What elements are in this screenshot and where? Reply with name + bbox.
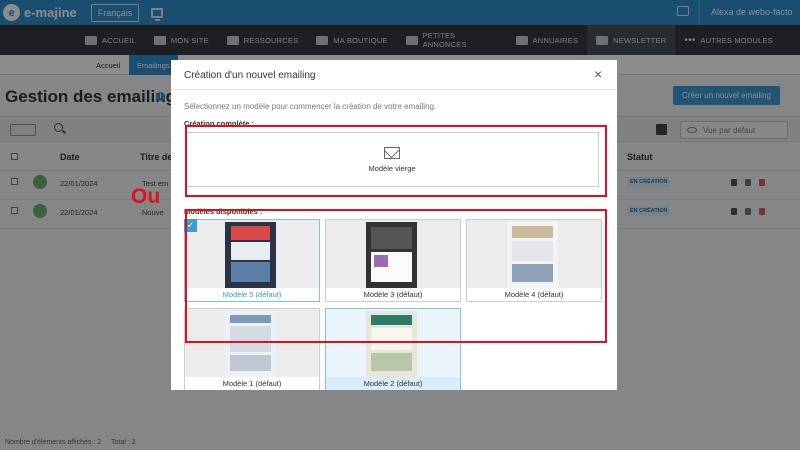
modal-description: Sélectionnez un modèle pour commencer la… [184, 102, 437, 111]
template-label: Modèle 2 (défaut) [326, 377, 460, 390]
modal-title: Création d'un nouvel emailing [184, 70, 316, 81]
annotation-box-blank [185, 125, 607, 197]
divider [171, 89, 617, 90]
annotation-text: Ou [131, 185, 161, 208]
annotation-box-models [185, 209, 607, 343]
template-label: Modèle 1 (défaut) [185, 377, 319, 390]
close-icon[interactable]: × [594, 66, 602, 82]
